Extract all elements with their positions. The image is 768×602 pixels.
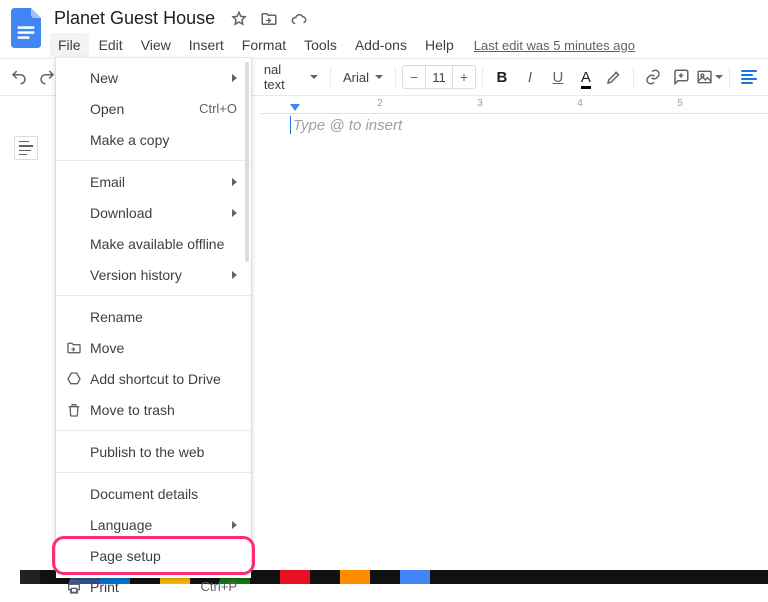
font-family-select[interactable]: Arial bbox=[337, 64, 389, 90]
chevron-down-icon bbox=[375, 75, 383, 79]
file-menu-move[interactable]: Move bbox=[56, 332, 251, 363]
print-icon bbox=[65, 578, 83, 596]
insert-placeholder: Type @ to insert bbox=[293, 117, 402, 134]
toolbar-separator bbox=[633, 67, 634, 87]
highlight-color-button[interactable] bbox=[601, 64, 627, 90]
taskbar-app[interactable] bbox=[400, 570, 430, 584]
file-menu-version-history[interactable]: Version history bbox=[56, 259, 251, 290]
file-menu-dropdown: New OpenCtrl+O Make a copy Email Downloa… bbox=[56, 58, 251, 578]
menu-divider bbox=[56, 295, 251, 296]
cloud-status-icon[interactable] bbox=[289, 9, 309, 29]
menu-file[interactable]: File bbox=[50, 33, 89, 57]
text-cursor bbox=[290, 116, 291, 134]
taskbar-search[interactable] bbox=[20, 570, 40, 584]
ruler-tick: 4 bbox=[577, 98, 583, 109]
paragraph-style-select[interactable]: nal text bbox=[258, 64, 324, 90]
text-color-button[interactable]: A bbox=[573, 64, 599, 90]
toolbar-separator bbox=[729, 67, 730, 87]
docs-app-icon[interactable] bbox=[6, 8, 46, 48]
menu-insert[interactable]: Insert bbox=[181, 33, 232, 57]
file-menu-print[interactable]: PrintCtrl+P bbox=[56, 571, 251, 602]
file-menu-new[interactable]: New bbox=[56, 62, 251, 93]
chevron-down-icon bbox=[310, 75, 318, 79]
star-icon[interactable] bbox=[229, 9, 249, 29]
move-icon bbox=[65, 339, 83, 357]
chevron-down-icon bbox=[715, 75, 723, 79]
file-menu-rename[interactable]: Rename bbox=[56, 301, 251, 332]
menu-divider bbox=[56, 430, 251, 431]
last-edit-link[interactable]: Last edit was 5 minutes ago bbox=[474, 38, 635, 53]
add-comment-button[interactable] bbox=[668, 64, 694, 90]
menu-help[interactable]: Help bbox=[417, 33, 462, 57]
underline-button[interactable]: U bbox=[545, 64, 571, 90]
menu-format[interactable]: Format bbox=[234, 33, 294, 57]
move-folder-icon[interactable] bbox=[259, 9, 279, 29]
font-size-decrease[interactable]: − bbox=[403, 69, 425, 85]
align-button[interactable] bbox=[736, 64, 762, 90]
start-button[interactable] bbox=[0, 570, 20, 584]
file-menu-open[interactable]: OpenCtrl+O bbox=[56, 93, 251, 124]
file-menu-language[interactable]: Language bbox=[56, 509, 251, 540]
bold-button[interactable]: B bbox=[489, 64, 515, 90]
document-title[interactable]: Planet Guest House bbox=[50, 6, 219, 31]
font-size-increase[interactable]: + bbox=[453, 69, 475, 85]
chevron-right-icon bbox=[232, 178, 237, 186]
file-menu-publish[interactable]: Publish to the web bbox=[56, 436, 251, 467]
chevron-right-icon bbox=[232, 209, 237, 217]
insert-image-button[interactable] bbox=[696, 64, 723, 90]
paragraph-style-value: nal text bbox=[264, 62, 304, 92]
menu-divider bbox=[56, 472, 251, 473]
file-menu-trash[interactable]: Move to trash bbox=[56, 394, 251, 425]
menu-addons[interactable]: Add-ons bbox=[347, 33, 415, 57]
font-size-stepper[interactable]: − 11 + bbox=[402, 65, 476, 89]
file-menu-make-copy[interactable]: Make a copy bbox=[56, 124, 251, 155]
file-menu-add-shortcut[interactable]: Add shortcut to Drive bbox=[56, 363, 251, 394]
taskbar-app[interactable] bbox=[340, 570, 370, 584]
trash-icon bbox=[65, 401, 83, 419]
file-menu-page-setup[interactable]: Page setup bbox=[56, 540, 251, 571]
italic-button[interactable]: I bbox=[517, 64, 543, 90]
document-body[interactable]: Type @ to insert bbox=[290, 116, 402, 134]
horizontal-ruler[interactable]: 2 3 4 5 bbox=[260, 96, 768, 114]
taskbar-app[interactable] bbox=[280, 570, 310, 584]
toolbar-separator bbox=[395, 67, 396, 87]
indent-marker-icon[interactable] bbox=[290, 104, 300, 111]
font-size-value[interactable]: 11 bbox=[425, 66, 453, 88]
menu-view[interactable]: View bbox=[133, 33, 179, 57]
file-menu-email[interactable]: Email bbox=[56, 166, 251, 197]
menu-tools[interactable]: Tools bbox=[296, 33, 345, 57]
menu-edit[interactable]: Edit bbox=[91, 33, 131, 57]
file-menu-details[interactable]: Document details bbox=[56, 478, 251, 509]
ruler-tick: 2 bbox=[377, 98, 383, 109]
chevron-right-icon bbox=[232, 521, 237, 529]
menu-bar: File Edit View Insert Format Tools Add-o… bbox=[50, 33, 635, 57]
menu-divider bbox=[56, 160, 251, 161]
font-family-value: Arial bbox=[343, 70, 369, 85]
insert-link-button[interactable] bbox=[640, 64, 666, 90]
drive-shortcut-icon bbox=[65, 370, 83, 388]
toolbar-separator bbox=[482, 67, 483, 87]
file-menu-offline[interactable]: Make available offline bbox=[56, 228, 251, 259]
chevron-right-icon bbox=[232, 271, 237, 279]
document-outline-icon[interactable] bbox=[14, 136, 38, 160]
ruler-tick: 5 bbox=[677, 98, 683, 109]
toolbar-separator bbox=[330, 67, 331, 87]
file-menu-download[interactable]: Download bbox=[56, 197, 251, 228]
chevron-right-icon bbox=[232, 74, 237, 82]
ruler-tick: 3 bbox=[477, 98, 483, 109]
undo-button[interactable] bbox=[6, 64, 32, 90]
